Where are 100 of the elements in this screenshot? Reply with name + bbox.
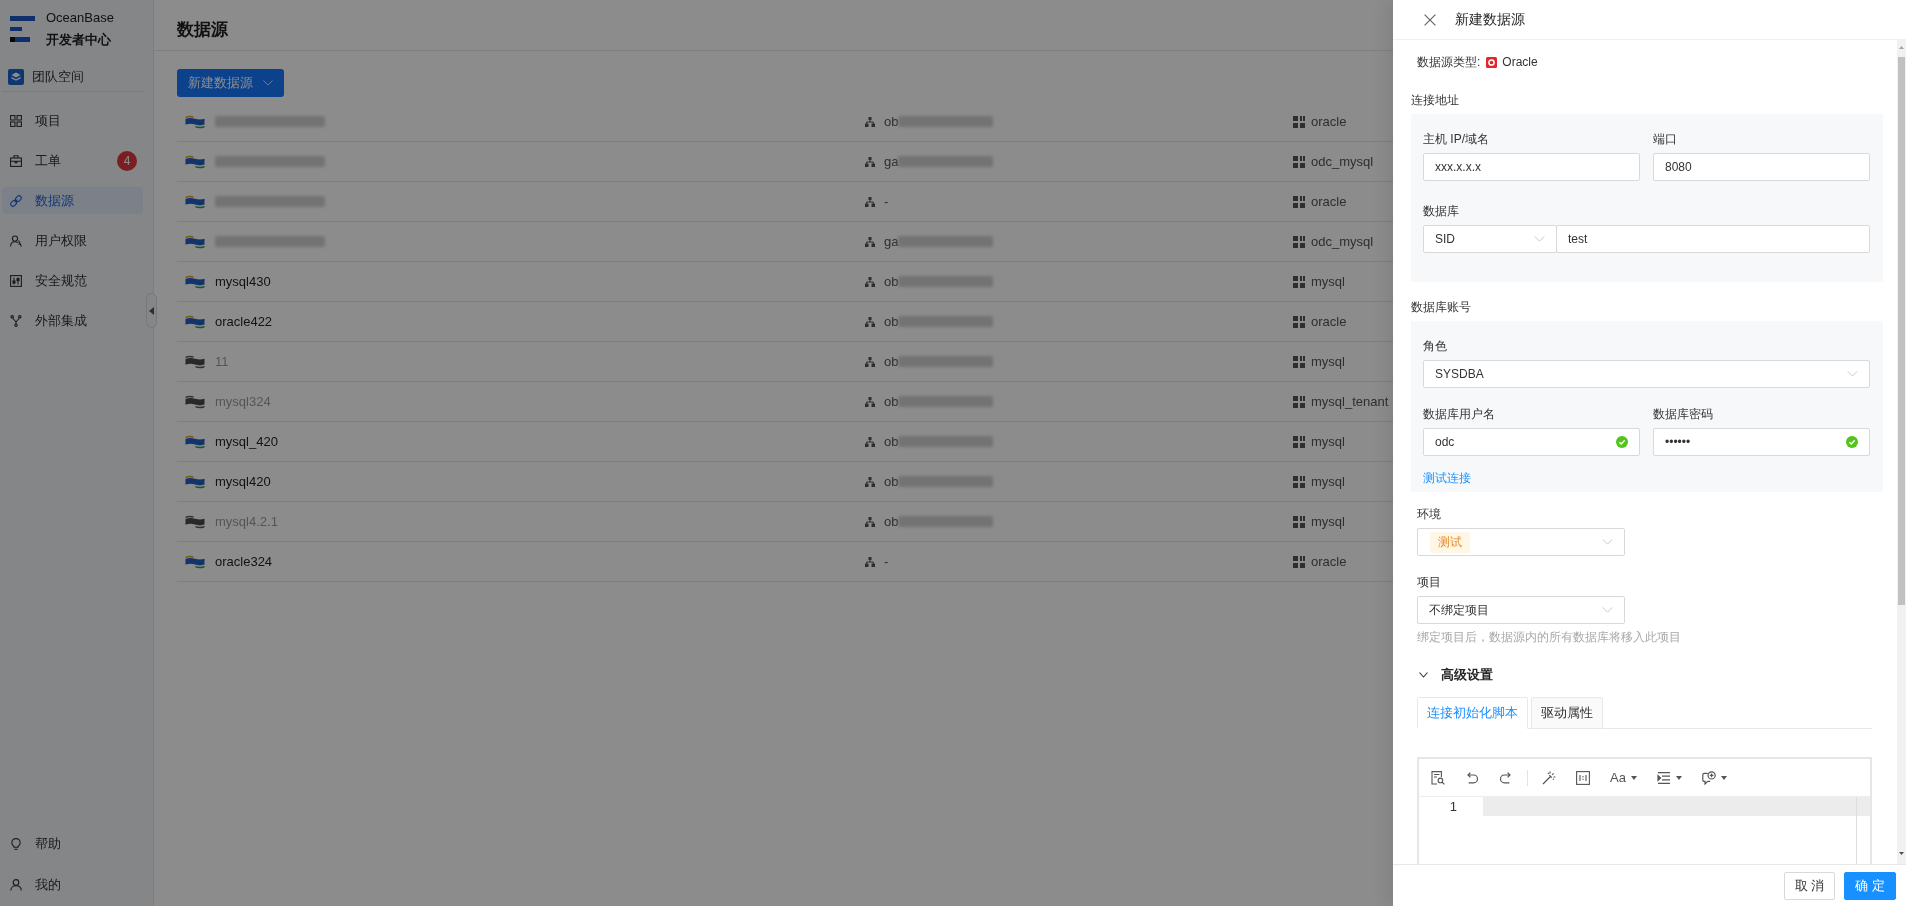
brand-subtitle: 开发者中心 [46, 31, 112, 49]
drawer-title: 新建数据源 [1455, 10, 1525, 29]
database-mode-select[interactable]: SID [1423, 225, 1557, 253]
bracket-box-icon[interactable] [1576, 770, 1590, 785]
tenant-name: mysql [1311, 434, 1345, 449]
brand-name: OceanBase [46, 9, 114, 27]
text-case-button[interactable]: Aa [1610, 770, 1637, 785]
tile-grid-icon [1293, 475, 1305, 488]
tile-grid-icon [1293, 435, 1305, 448]
hierarchy-icon [865, 476, 875, 487]
confirm-button[interactable]: 确 定 [1844, 871, 1896, 900]
wave-banner-icon [185, 514, 205, 529]
new-datasource-button[interactable]: 新建数据源 [177, 69, 284, 97]
nav-item[interactable]: 数据源 [2, 187, 143, 214]
tenant-name: odc_mysql [1311, 154, 1374, 169]
nav-item[interactable]: 帮助 [2, 830, 143, 857]
cluster-name: - [884, 554, 889, 569]
chevron-down-icon [1534, 236, 1545, 242]
magic-wand-icon[interactable] [1542, 770, 1556, 785]
document-search-icon[interactable] [1431, 770, 1445, 785]
wave-banner-icon [185, 154, 205, 169]
users-icon [10, 234, 22, 247]
test-connection-link[interactable]: 测试连接 [1423, 468, 1471, 488]
circle-tile-icon [1486, 56, 1498, 68]
field-label: 数据库用户名 [1423, 406, 1496, 423]
nav-item[interactable]: 项目 [2, 107, 143, 134]
scrollbar-thumb[interactable] [1898, 57, 1905, 605]
briefcase-icon [10, 154, 22, 167]
tenant-name: oracle [1311, 314, 1347, 329]
wave-banner-icon [185, 194, 205, 209]
datasource-type: Oracle [1502, 55, 1538, 69]
field-label: 数据库密码 [1653, 406, 1714, 423]
tile-grid-icon [1293, 315, 1305, 328]
password-input[interactable]: •••••• [1653, 428, 1870, 456]
tenant-name: mysql [1311, 514, 1345, 529]
caret-icon[interactable] [1630, 775, 1637, 780]
tile-grid-icon [1293, 115, 1305, 128]
line-number: 1 [1448, 798, 1458, 816]
environment-tag: 测试 [1430, 531, 1470, 553]
wave-banner-icon [185, 314, 205, 329]
role-select[interactable]: SYSDBA [1423, 360, 1870, 388]
hierarchy-icon [865, 516, 875, 527]
environment-select[interactable]: 测试 [1417, 528, 1625, 556]
nav-item[interactable]: 用户权限 [2, 227, 143, 254]
advanced-settings-toggle[interactable]: 高级设置 [1411, 664, 1493, 686]
cluster-name: ga [884, 154, 899, 169]
wave-banner-icon [185, 234, 205, 249]
hierarchy-icon [865, 316, 875, 327]
tile-grid-icon [1293, 395, 1305, 408]
page-title: 数据源 [177, 18, 228, 41]
chevron-down-icon [263, 80, 273, 86]
wave-banner-icon [185, 274, 205, 289]
caret-icon[interactable] [1675, 775, 1682, 780]
nav-item[interactable]: 安全规范 [2, 267, 143, 294]
caret-icon[interactable] [1720, 775, 1727, 780]
layers-icon [8, 69, 24, 85]
hierarchy-icon [865, 276, 875, 287]
team-space-item[interactable]: 团队空间 [0, 63, 153, 91]
project-select[interactable]: 不绑定项目 [1417, 596, 1625, 624]
cluster-name: ob [884, 514, 899, 529]
tenant-name: odc_mysql [1311, 234, 1374, 249]
datasource-name: mysql430 [215, 274, 271, 289]
field-label: 数据库 [1423, 203, 1460, 220]
section-heading: 数据库账号 [1411, 299, 1472, 316]
help-text: 绑定项目后，数据源内的所有数据库将移入此项目 [1417, 629, 1682, 646]
cluster-name: ob [884, 114, 899, 129]
undo-icon[interactable] [1465, 770, 1479, 785]
cancel-button[interactable]: 取 消 [1783, 871, 1836, 900]
tab[interactable]: 驱动属性 [1531, 697, 1603, 729]
person-icon [10, 878, 22, 891]
collapse-handle[interactable] [146, 293, 157, 328]
tile-grid-icon [1293, 555, 1305, 568]
database-name-input[interactable]: test [1556, 225, 1870, 253]
nav-item[interactable]: 外部集成 [2, 307, 143, 334]
nav-item[interactable]: 我的 [2, 871, 143, 898]
username-input[interactable]: odc [1423, 428, 1640, 456]
indent-icon[interactable] [1656, 770, 1671, 785]
tenant-name: mysql [1311, 474, 1345, 489]
scrollbar[interactable] [1897, 40, 1906, 864]
field-label: 环境 [1417, 506, 1442, 523]
hierarchy-icon [865, 196, 875, 207]
tile-grid-icon [1293, 275, 1305, 288]
redo-icon[interactable] [1499, 770, 1513, 785]
host-input[interactable]: xxx.x.x.x [1423, 153, 1640, 181]
cluster-name: ob [884, 314, 899, 329]
field-label: 数据源类型: [1417, 53, 1481, 71]
datasource-name: oracle324 [215, 554, 273, 569]
close-icon[interactable] [1424, 13, 1436, 26]
tile-grid-icon [1293, 195, 1305, 208]
count-badge: 4 [117, 150, 137, 171]
chevron-down-icon [1847, 371, 1858, 377]
triangle-down-icon[interactable] [1899, 852, 1904, 855]
tab[interactable]: 连接初始化脚本 [1417, 697, 1528, 729]
chevron-down-icon [1602, 539, 1613, 545]
port-input[interactable]: 8080 [1653, 153, 1870, 181]
nav-item[interactable]: 工单 4 [2, 147, 143, 174]
comment-plus-icon[interactable] [1701, 770, 1716, 785]
hierarchy-icon [865, 396, 875, 407]
tenant-name: mysql [1311, 354, 1345, 369]
tenant-name: oracle [1311, 194, 1347, 209]
